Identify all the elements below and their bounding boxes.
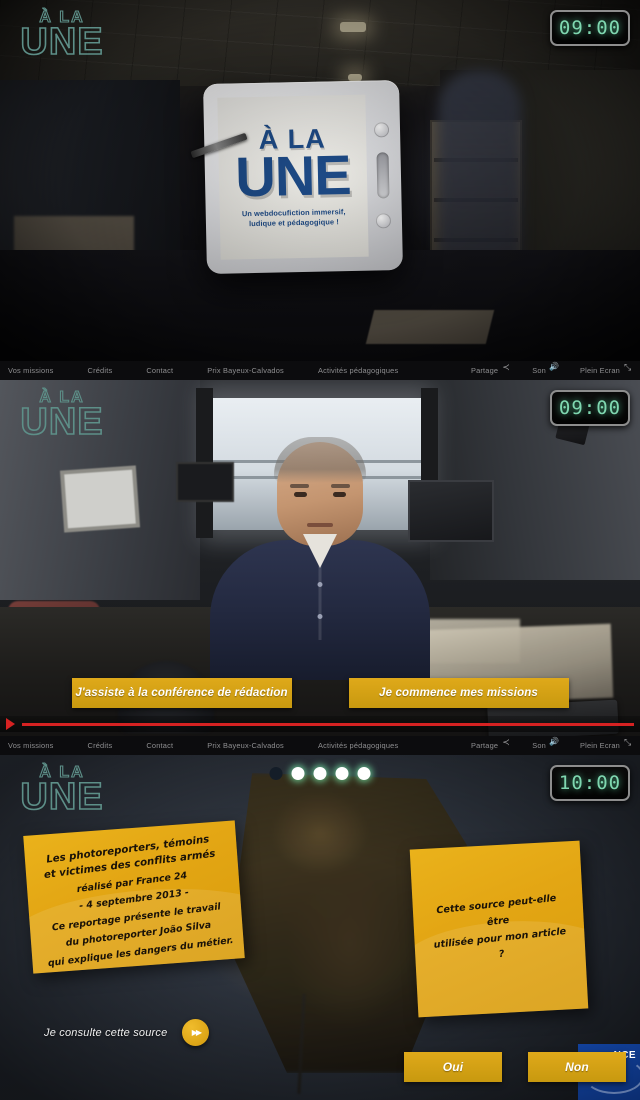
attend-editorial-meeting-button[interactable]: J'assiste à la conférence de rédaction [71,678,292,708]
app-page: À LA UNE Un webdocufiction immersif, lud… [0,0,640,1100]
nav-tools: Partage Son Plein Ecran [470,362,632,376]
panel-intro-tablet: À LA UNE Un webdocufiction immersif, lud… [0,0,640,380]
nav-item-credits[interactable]: Crédits [88,366,113,375]
nav-item-prix-bayeux[interactable]: Prix Bayeux-Calvados [207,741,284,750]
partage-label: Partage [470,741,499,750]
progress-dot-1[interactable] [269,767,283,780]
navigation-bar: Vos missions Crédits Contact Prix Bayeux… [0,361,640,380]
consult-source-label: Je consulte cette source [44,1026,168,1039]
forward-play-icon[interactable] [182,1019,210,1046]
question-note: Cette source peut-elle être utilisée pou… [409,840,589,1018]
panel-newsroom-video: J'assiste à la conférence de rédaction J… [0,380,640,755]
source-note-text: Les photoreporters, témoins et victimes … [34,831,235,972]
plein-ecran-label: Plein Ecran [580,366,620,375]
video-scrubber[interactable]: ✕ [0,716,640,732]
nav-item-activites[interactable]: Activités pédagogiques [318,366,398,375]
clock-time: 10:00 [558,772,622,794]
sound-icon [549,737,559,750]
start-missions-button[interactable]: Je commence mes missions [348,678,569,708]
fullscreen-icon [624,737,632,750]
clock-time: 09:00 [558,397,622,419]
fullscreen-icon [624,362,632,375]
nav-item-contact[interactable]: Contact [146,741,173,750]
progress-dot-5[interactable] [357,767,371,780]
subject-hair [274,437,366,483]
scene-clock: 10:00 [550,765,630,801]
nav-tool-son[interactable]: Son [532,362,559,376]
scene-clock: 09:00 [550,390,630,426]
nav-tool-partage[interactable]: Partage [470,737,510,751]
son-label: Son [532,741,546,750]
video-progress-fill [22,722,634,726]
nav-tool-plein-ecran[interactable]: Plein Ecran [580,737,632,751]
subject-eye-left [294,492,307,497]
panel-source-evaluation: NCE Les photoreporters, témoins et victi… [0,755,640,1100]
vignette-overlay [0,0,640,380]
plein-ecran-label: Plein Ecran [580,741,620,750]
navigation-bar: Vos missions Crédits Contact Prix Bayeux… [0,736,640,755]
nav-item-activites[interactable]: Activités pédagogiques [318,741,398,750]
interview-subject [210,437,430,680]
subject-shirt-placket [318,560,322,640]
video-action-buttons: J'assiste à la conférence de rédaction J… [0,678,640,708]
answer-yes-button[interactable]: Oui [404,1052,502,1082]
nav-tool-son[interactable]: Son [532,737,559,751]
source-description-note[interactable]: Les photoreporters, témoins et victimes … [23,820,245,974]
nav-item-credits[interactable]: Crédits [88,741,113,750]
nav-tool-plein-ecran[interactable]: Plein Ecran [580,362,632,376]
subject-shirt-button [317,582,323,587]
consult-source-action[interactable]: Je consulte cette source [44,1019,210,1046]
subject-shirt-button [317,614,323,619]
share-icon [502,362,510,375]
nav-tools: Partage Son Plein Ecran [470,737,632,751]
clock-time: 09:00 [558,17,622,39]
share-icon [502,737,510,750]
nav-links: Vos missions Crédits Contact Prix Bayeux… [8,366,432,375]
nav-item-vos-missions[interactable]: Vos missions [8,366,54,375]
partage-label: Partage [470,366,499,375]
nav-links: Vos missions Crédits Contact Prix Bayeux… [8,741,432,750]
nav-item-contact[interactable]: Contact [146,366,173,375]
subject-eye-right [333,492,346,497]
subject-head [274,437,366,546]
progress-dot-3[interactable] [313,767,327,780]
subject-eyebrow-left [290,484,309,488]
scene-clock: 09:00 [550,10,630,46]
video-progress-track[interactable] [22,722,634,726]
progress-dot-2[interactable] [291,767,305,780]
answer-no-button[interactable]: Non [528,1052,626,1082]
play-icon[interactable] [6,718,15,730]
nav-tool-partage[interactable]: Partage [470,362,510,376]
nav-item-prix-bayeux[interactable]: Prix Bayeux-Calvados [207,366,284,375]
subject-mouth [307,523,333,527]
sound-icon [549,362,559,375]
question-note-text: Cette source peut-elle être utilisée pou… [427,890,571,971]
subject-eyebrow-right [331,484,350,488]
mission-progress-dots [269,767,371,780]
nav-item-vos-missions[interactable]: Vos missions [8,741,54,750]
son-label: Son [532,366,546,375]
progress-dot-4[interactable] [335,767,349,780]
leaning-picture-frame [59,465,141,533]
answer-buttons: Oui Non [404,1052,626,1082]
